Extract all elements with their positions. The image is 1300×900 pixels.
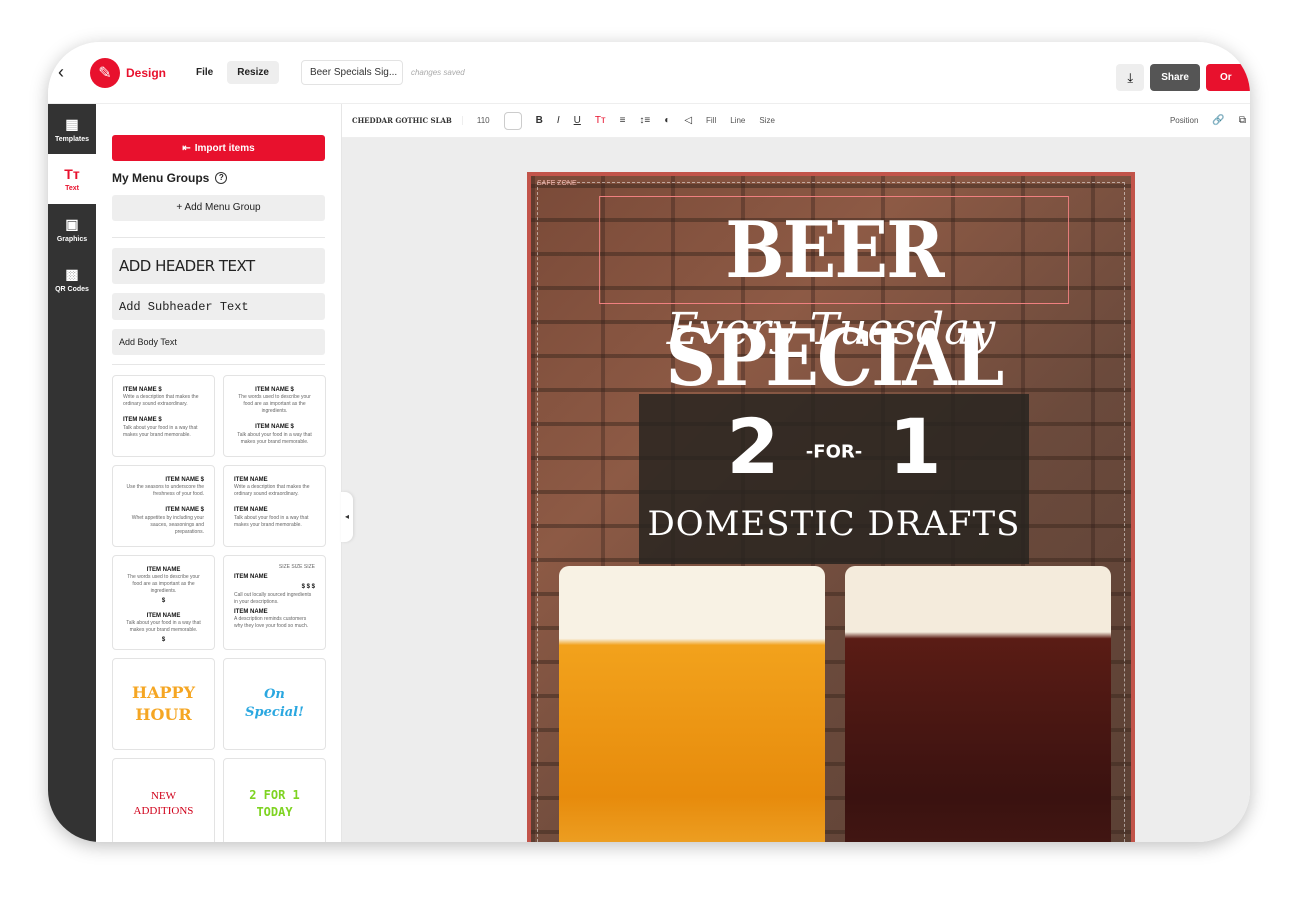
menu-item-template[interactable]: ITEM NAME $ The words used to describe yo… [223, 375, 326, 457]
add-subheader-text[interactable]: Add Subheader Text [112, 293, 325, 320]
text-case-button[interactable]: Tт [595, 115, 606, 126]
color-swatch[interactable] [503, 111, 522, 130]
download-button[interactable]: ⤓ [1116, 64, 1145, 91]
text-style-2-for-1[interactable]: 2 FOR 1 TODAY [223, 758, 326, 842]
italic-button[interactable]: I [557, 115, 560, 126]
divider [112, 364, 325, 365]
offer-two: 2 [726, 402, 780, 491]
underline-button[interactable]: U [574, 115, 581, 126]
line-button[interactable]: Line [730, 116, 745, 125]
left-rail: ▦ Templates Tт Text ▣ Graphics ▩ QR Codes [48, 104, 96, 842]
fill-button[interactable]: Fill [706, 116, 716, 125]
qr-icon: ▩ [65, 265, 79, 282]
font-selector[interactable]: CHEDDAR GOTHIC SLAB [352, 116, 463, 125]
menu-item-template[interactable]: ITEM NAME $ Use the seasons to underscore… [112, 465, 215, 547]
poster-title[interactable]: BEER SPECIAL [599, 196, 1069, 404]
menu-item-template[interactable]: ITEM NAME The words used to describe your… [112, 555, 215, 650]
add-body-text[interactable]: Add Body Text [112, 329, 325, 355]
rail-label: Templates [54, 135, 90, 143]
transform-icon[interactable]: ◁ [684, 115, 692, 126]
text-toolbar: CHEDDAR GOTHIC SLAB 110 B I U Tт ≡ ↕≡ ◐ … [342, 104, 1250, 138]
import-items-button[interactable]: ⇤ Import items [112, 135, 325, 161]
logo-icon: ✎ [90, 57, 120, 88]
add-header-text[interactable]: ADD HEADER TEXT [112, 248, 325, 284]
menu-item-template[interactable]: ITEM NAME $ Write a description that make… [112, 375, 215, 457]
text-style-on-special[interactable]: On Special! [223, 658, 326, 750]
offer-for: -FOR- [805, 441, 863, 463]
order-button[interactable]: Or [1206, 64, 1250, 91]
position-button[interactable]: Position [1170, 116, 1198, 125]
rail-label: Graphics [56, 235, 88, 243]
effects-icon[interactable]: ◐ [664, 115, 670, 126]
brand-name: Design [126, 65, 167, 80]
poster-canvas[interactable]: SAFE ZONE BEER SPECIAL Every Tuesday 2 -… [527, 172, 1135, 842]
resize-button[interactable]: Resize [227, 61, 279, 84]
align-center-icon[interactable]: ≡ [620, 115, 626, 126]
document-name-input[interactable]: Beer Specials Sig... [300, 60, 403, 85]
offer-banner[interactable]: 2 -FOR- 1 DOMESTIC DRAFTS [639, 394, 1029, 564]
rail-label: Text [65, 185, 79, 192]
menu-groups-heading: My Menu Groups [112, 171, 210, 185]
dark-beer-glass-image [845, 566, 1111, 842]
rail-templates[interactable]: ▦ Templates [48, 104, 96, 154]
offer-drafts: DOMESTIC DRAFTS [647, 504, 1021, 544]
share-button[interactable]: Share [1150, 64, 1200, 91]
rail-graphics[interactable]: ▣ Graphics [48, 204, 96, 254]
menu-item-template[interactable]: ITEM NAME Write a description that makes … [223, 465, 326, 547]
add-menu-group-button[interactable]: + Add Menu Group [112, 195, 325, 221]
size-button[interactable]: Size [759, 116, 775, 125]
import-icon: ⇤ [182, 142, 191, 154]
lager-glass-image [559, 566, 825, 842]
file-menu[interactable]: File [186, 61, 223, 84]
text-style-new-additions[interactable]: NEW ADDITIONS [112, 758, 215, 842]
back-icon[interactable]: ‹ [58, 62, 78, 83]
rail-label: QR Codes [55, 285, 89, 293]
link-icon[interactable]: 🔗 [1212, 115, 1224, 126]
import-label: Import items [194, 142, 255, 154]
canvas-area: SAFE ZONE BEER SPECIAL Every Tuesday 2 -… [342, 138, 1250, 842]
image-icon: ▣ [65, 215, 79, 232]
line-spacing-icon[interactable]: ↕≡ [639, 115, 650, 126]
duplicate-icon[interactable]: ⧉ [1239, 115, 1246, 126]
download-icon: ⤓ [1127, 70, 1134, 85]
collapse-panel-button[interactable]: ◂ [341, 492, 353, 542]
poster-subtitle[interactable]: Every Tuesday [531, 304, 1131, 355]
divider [112, 237, 325, 238]
rail-qr-codes[interactable]: ▩ QR Codes [48, 254, 96, 304]
menu-item-template[interactable]: SIZE SIZE SIZE ITEM NAME $ $ $ Call out loc… [223, 555, 326, 650]
text-icon: Tт [64, 166, 80, 182]
text-panel: ⇤ Import items My Menu Groups? + Add Menu… [96, 104, 342, 842]
text-style-happy-hour[interactable]: HAPPY HOUR [112, 658, 215, 750]
offer-one: 1 [888, 402, 942, 491]
app-window: ‹ ✎ Design File Resize Beer Specials Sig… [48, 42, 1250, 842]
font-size-input[interactable]: 110 [477, 116, 490, 125]
safe-zone-label: SAFE ZONE [537, 180, 577, 187]
top-bar: ‹ ✎ Design File Resize Beer Specials Sig… [48, 42, 1250, 104]
bold-button[interactable]: B [536, 115, 543, 126]
save-status: changes saved [410, 68, 465, 77]
template-icon: ▦ [65, 115, 79, 132]
rail-text[interactable]: Tт Text [48, 154, 96, 204]
help-icon[interactable]: ? [215, 172, 228, 184]
